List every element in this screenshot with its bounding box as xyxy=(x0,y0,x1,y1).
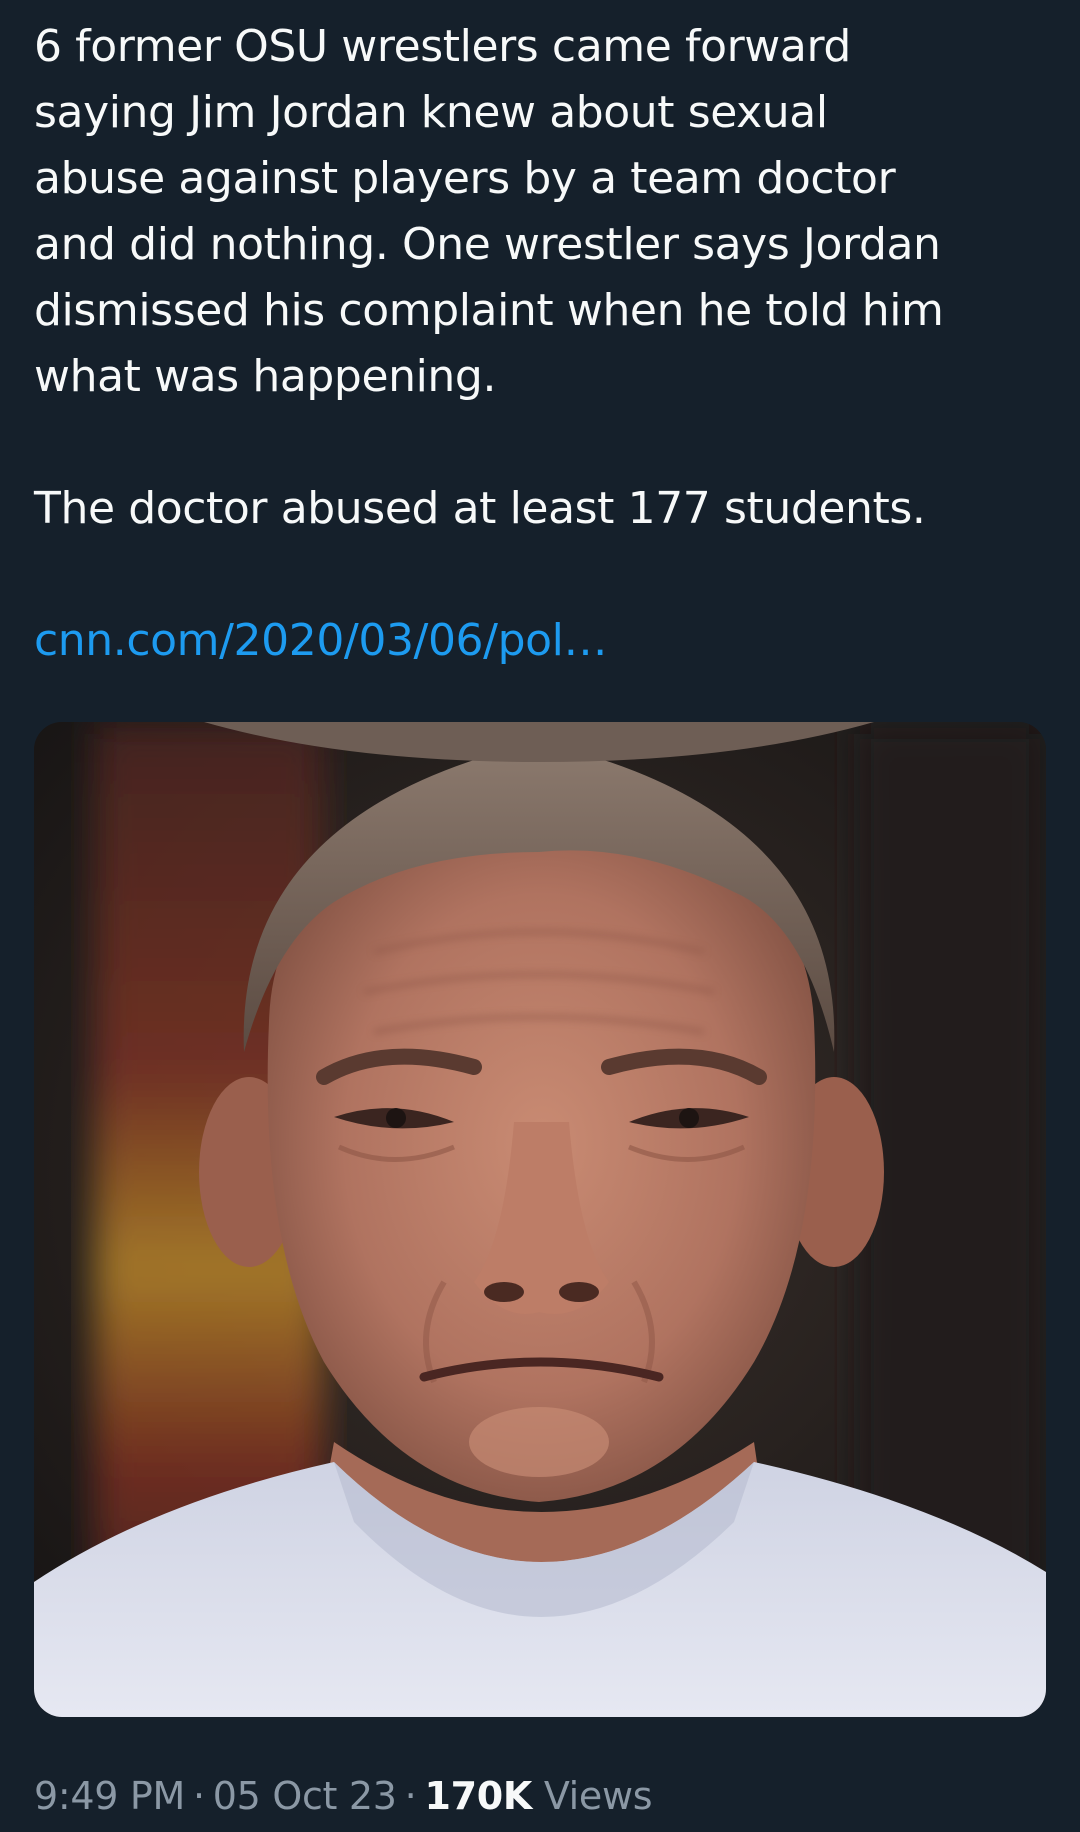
tweet-time[interactable]: 9:49 PM xyxy=(34,1774,185,1818)
tweet-metadata: 9:49 PM · 05 Oct 23 · 170K Views xyxy=(34,1768,653,1824)
separator: · xyxy=(193,1774,205,1818)
tweet-detail: 6 former OSU wrestlers came forward sayi… xyxy=(34,0,1046,1832)
tweet-text: 6 former OSU wrestlers came forward sayi… xyxy=(34,14,1046,542)
views-label[interactable]: Views xyxy=(544,1774,653,1818)
views-count[interactable]: 170K xyxy=(424,1774,532,1818)
tweet-photo[interactable] xyxy=(34,722,1046,1717)
tweet-paragraph-1: 6 former OSU wrestlers came forward sayi… xyxy=(34,21,944,402)
tweet-date[interactable]: 05 Oct 23 xyxy=(213,1774,397,1818)
article-link[interactable]: cnn.com/2020/03/06/pol… xyxy=(34,608,607,674)
separator: · xyxy=(404,1774,417,1818)
tweet-paragraph-2: The doctor abused at least 177 students. xyxy=(34,483,926,534)
portrait-photo xyxy=(34,722,1046,1717)
